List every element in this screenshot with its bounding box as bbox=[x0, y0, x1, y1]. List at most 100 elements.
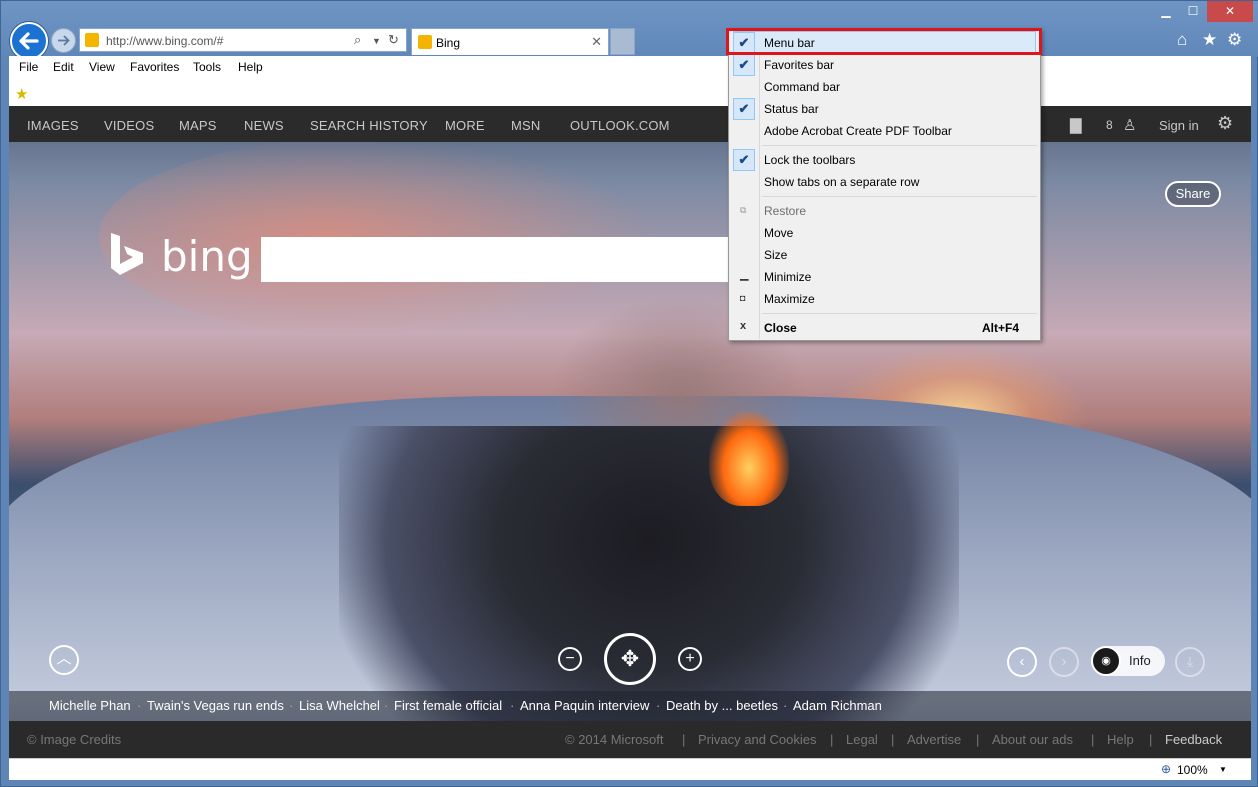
zoom-out-button[interactable]: − bbox=[558, 647, 582, 671]
menu-item-label: Show tabs on a separate row bbox=[764, 175, 920, 189]
previous-image-button[interactable]: ‹ bbox=[1007, 647, 1037, 677]
menu-help[interactable]: Help bbox=[238, 60, 263, 74]
news-item[interactable]: Death by ... beetles bbox=[666, 698, 778, 713]
back-button[interactable] bbox=[10, 22, 48, 60]
gear-icon[interactable]: ⚙ bbox=[1227, 30, 1242, 50]
menu-item-command-bar[interactable]: Command bar bbox=[732, 76, 1039, 98]
menu-file[interactable]: File bbox=[19, 60, 38, 74]
sign-in-link[interactable]: Sign in bbox=[1159, 118, 1199, 133]
footer-link-privacy[interactable]: Privacy and Cookies bbox=[698, 732, 817, 747]
favorites-star-icon[interactable]: ★ bbox=[1202, 30, 1217, 50]
copyright-text: © 2014 Microsoft bbox=[565, 732, 664, 747]
address-url[interactable]: http://www.bing.com/# bbox=[106, 34, 223, 48]
menu-item-label: Favorites bar bbox=[764, 58, 835, 72]
menu-bar: File Edit View Favorites Tools Help bbox=[9, 56, 1251, 80]
new-tab-button[interactable] bbox=[610, 28, 635, 55]
menu-item-adobe-toolbar[interactable]: Adobe Acrobat Create PDF Toolbar bbox=[732, 120, 1039, 142]
news-item[interactable]: Adam Richman bbox=[793, 698, 882, 713]
menu-item-favorites-bar[interactable]: ✔ Favorites bar bbox=[732, 54, 1039, 76]
rewards-medal-icon[interactable]: ♙ bbox=[1123, 116, 1136, 134]
zoom-level[interactable]: 100% bbox=[1177, 763, 1208, 777]
news-item[interactable]: Anna Paquin interview bbox=[520, 698, 649, 713]
close-window-button[interactable]: ✕ bbox=[1207, 1, 1253, 22]
menu-item-restore[interactable]: ⧉ Restore bbox=[732, 200, 1039, 222]
menu-item-tabs-separate-row[interactable]: Show tabs on a separate row bbox=[732, 171, 1039, 193]
footer-link-feedback[interactable]: Feedback bbox=[1165, 732, 1222, 747]
close-tab-icon[interactable]: ✕ bbox=[591, 34, 602, 50]
menu-item-close[interactable]: x Close Alt+F4 bbox=[732, 317, 1039, 339]
footer-separator: | bbox=[1091, 732, 1095, 747]
zoom-in-button[interactable]: + bbox=[678, 647, 702, 671]
zoom-icon: ⊕ bbox=[1161, 762, 1172, 776]
maximize-icon: ◘ bbox=[740, 293, 746, 303]
checkmark-icon: ✔ bbox=[733, 149, 755, 171]
news-item[interactable]: First female official bbox=[394, 698, 502, 713]
menu-item-label: Adobe Acrobat Create PDF Toolbar bbox=[764, 124, 952, 138]
next-image-button[interactable]: › bbox=[1049, 647, 1079, 677]
menu-item-label: Status bar bbox=[764, 102, 819, 116]
bing-nav-bar: IMAGES VIDEOS MAPS NEWS SEARCH HISTORY M… bbox=[9, 106, 1251, 142]
image-credits-link[interactable]: © Image Credits bbox=[27, 732, 121, 747]
menu-item-label: Minimize bbox=[764, 270, 812, 284]
nav-search-history[interactable]: SEARCH HISTORY bbox=[310, 118, 428, 133]
news-separator: · bbox=[656, 698, 661, 713]
footer-link-legal[interactable]: Legal bbox=[846, 732, 878, 747]
lava-decor bbox=[709, 411, 789, 506]
menu-item-size[interactable]: Size bbox=[732, 244, 1039, 266]
info-button[interactable]: ◉ Info bbox=[1091, 646, 1165, 676]
menu-separator bbox=[762, 196, 1037, 197]
nav-more[interactable]: MORE bbox=[445, 118, 485, 133]
menu-item-status-bar[interactable]: ✔ Status bar bbox=[732, 98, 1039, 120]
menu-item-lock-toolbars[interactable]: ✔ Lock the toolbars bbox=[732, 149, 1039, 171]
maximize-window-button[interactable]: ☐ bbox=[1180, 1, 1206, 22]
footer-link-help[interactable]: Help bbox=[1107, 732, 1134, 747]
nav-videos[interactable]: VIDEOS bbox=[104, 118, 154, 133]
menu-item-label: Restore bbox=[764, 204, 807, 218]
menu-item-move[interactable]: Move bbox=[732, 222, 1039, 244]
menu-item-label: Close bbox=[764, 321, 797, 335]
address-bar[interactable]: http://www.bing.com/# ⌕ ▼ ↻ bbox=[79, 28, 407, 52]
news-item[interactable]: Lisa Whelchel bbox=[299, 698, 380, 713]
news-separator: · bbox=[783, 698, 788, 713]
menu-favorites[interactable]: Favorites bbox=[130, 60, 179, 74]
chat-bubble-icon[interactable]: ▇ bbox=[1070, 116, 1082, 134]
tab-bing[interactable]: Bing ✕ bbox=[411, 28, 609, 55]
home-icon[interactable]: ⌂ bbox=[1177, 30, 1187, 50]
footer-link-advertise[interactable]: Advertise bbox=[907, 732, 961, 747]
footer-separator: | bbox=[976, 732, 980, 747]
bing-homepage: IMAGES VIDEOS MAPS NEWS SEARCH HISTORY M… bbox=[9, 106, 1251, 758]
pan-control-button[interactable]: ✥ bbox=[604, 633, 656, 685]
zoom-dropdown-icon[interactable]: ▼ bbox=[1219, 765, 1227, 774]
menu-tools[interactable]: Tools bbox=[193, 60, 221, 74]
nav-outlook[interactable]: OUTLOOK.COM bbox=[570, 118, 670, 133]
menu-separator bbox=[762, 313, 1037, 314]
browser-window: ▁ ☐ ✕ http://www.bing.com/# ⌕ ▼ ↻ Bing ✕… bbox=[0, 0, 1258, 787]
share-button[interactable]: Share bbox=[1165, 181, 1221, 207]
scroll-up-button[interactable]: ︿ bbox=[49, 645, 79, 675]
footer-link-about-ads[interactable]: About our ads bbox=[992, 732, 1073, 747]
settings-gear-icon[interactable]: ⚙ bbox=[1217, 113, 1233, 134]
news-item[interactable]: Michelle Phan bbox=[49, 698, 131, 713]
bing-search-input[interactable] bbox=[261, 237, 731, 282]
tab-title: Bing bbox=[436, 36, 461, 50]
nav-maps[interactable]: MAPS bbox=[179, 118, 217, 133]
menu-item-label: Maximize bbox=[764, 292, 815, 306]
nav-news[interactable]: NEWS bbox=[244, 118, 284, 133]
forward-button[interactable] bbox=[51, 28, 76, 53]
menu-edit[interactable]: Edit bbox=[53, 60, 74, 74]
refresh-icon[interactable]: ↻ bbox=[388, 32, 399, 48]
dropdown-arrow-icon[interactable]: ▼ bbox=[372, 36, 381, 46]
search-icon[interactable]: ⌕ bbox=[354, 32, 361, 48]
checkmark-icon: ✔ bbox=[733, 54, 755, 76]
menu-item-minimize[interactable]: ▁ Minimize bbox=[732, 266, 1039, 288]
bing-logo-text: bing bbox=[161, 232, 253, 281]
nav-images[interactable]: IMAGES bbox=[27, 118, 79, 133]
nav-msn[interactable]: MSN bbox=[511, 118, 541, 133]
add-to-favorites-icon[interactable]: ★ bbox=[15, 85, 28, 103]
download-button[interactable]: ⤓ bbox=[1175, 647, 1205, 677]
news-item[interactable]: Twain's Vegas run ends bbox=[147, 698, 284, 713]
menu-item-maximize[interactable]: ◘ Maximize bbox=[732, 288, 1039, 310]
menu-item-shortcut: Alt+F4 bbox=[981, 321, 1019, 335]
minimize-window-button[interactable]: ▁ bbox=[1153, 1, 1179, 22]
menu-view[interactable]: View bbox=[89, 60, 115, 74]
